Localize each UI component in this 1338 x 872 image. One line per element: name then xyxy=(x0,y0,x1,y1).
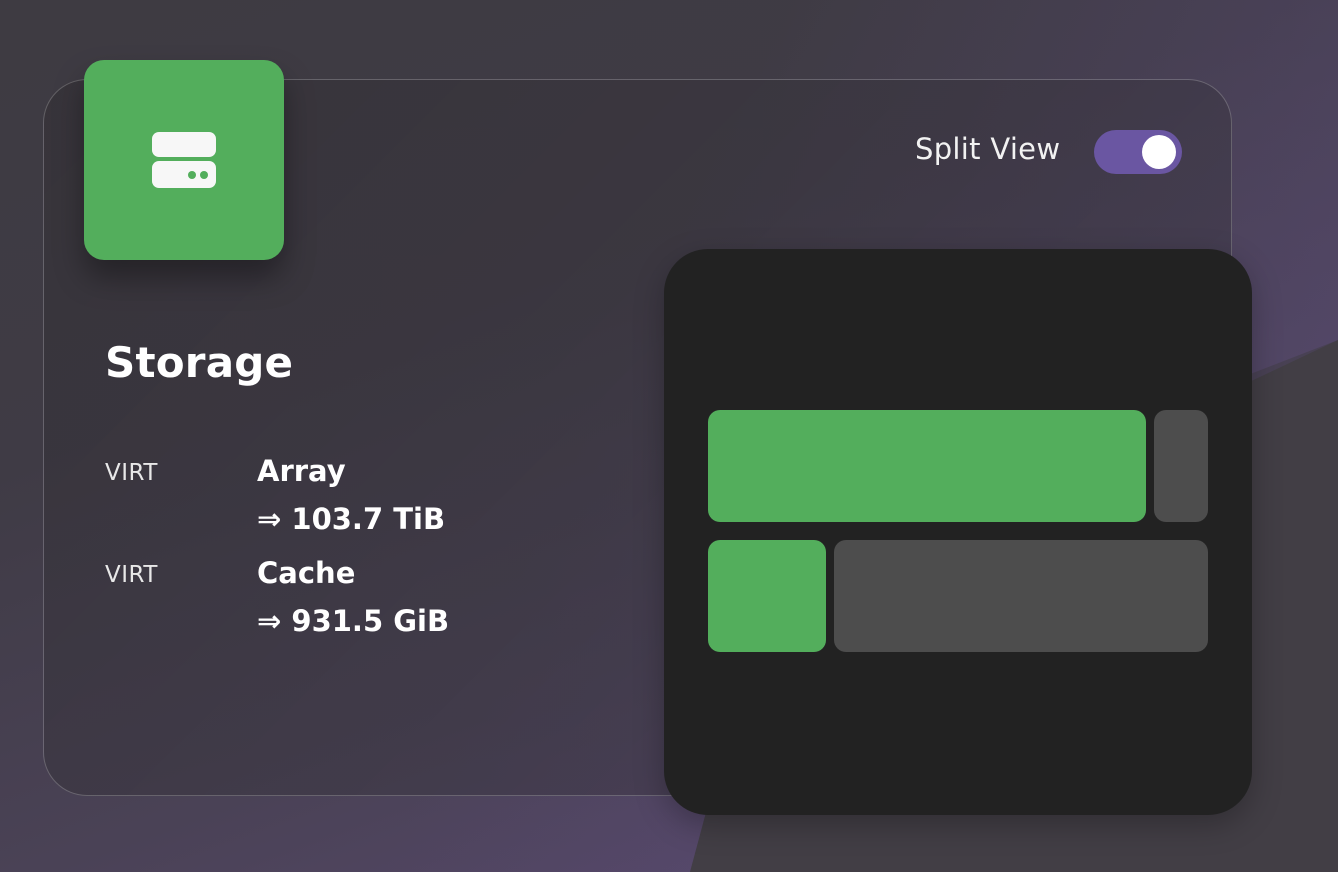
array-name: Array xyxy=(257,454,346,488)
used-bar-array xyxy=(708,410,1146,522)
used-bar-cache xyxy=(708,540,826,652)
array-type-label: VIRT xyxy=(105,460,158,486)
toggle-knob[interactable] xyxy=(1142,135,1176,169)
free-bar-array xyxy=(1154,410,1208,522)
split-view-label: Split View xyxy=(915,132,1061,166)
storage-app-icon xyxy=(84,60,284,260)
usage-visualization-panel xyxy=(664,249,1252,815)
cache-type-label: VIRT xyxy=(105,562,158,588)
free-bar-cache xyxy=(834,540,1208,652)
array-capacity: ⇒ 103.7 TiB xyxy=(257,502,446,536)
split-view-toggle[interactable] xyxy=(1094,130,1182,174)
server-drive-icon xyxy=(152,132,216,188)
card-title: Storage xyxy=(105,338,294,387)
cache-name: Cache xyxy=(257,556,356,590)
cache-capacity: ⇒ 931.5 GiB xyxy=(257,604,450,638)
